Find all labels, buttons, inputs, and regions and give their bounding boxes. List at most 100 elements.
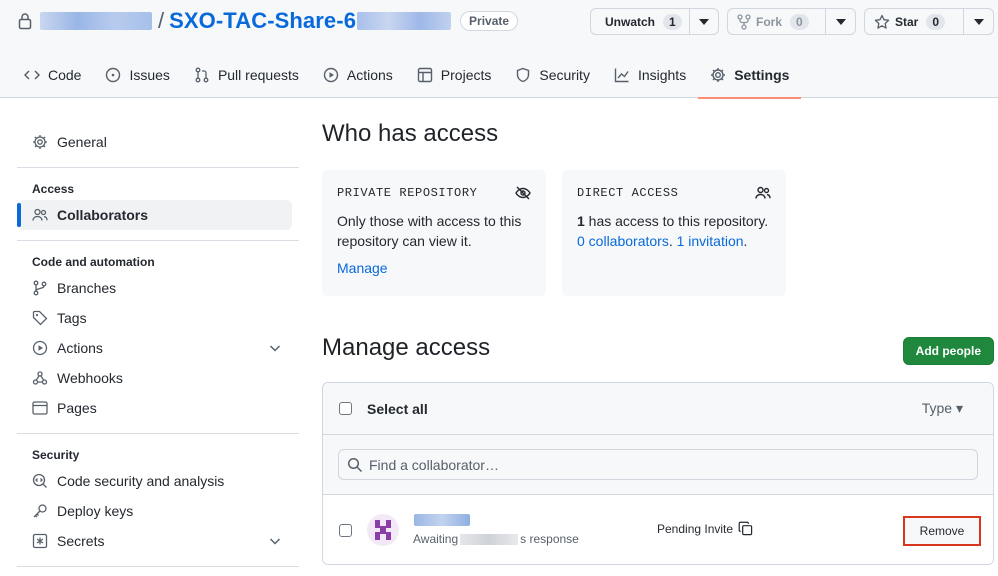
awaiting-suffix: s response [520,532,579,546]
sidebar-item-deploy-keys[interactable]: Deploy keys [17,496,299,526]
fork-dropdown[interactable] [825,9,855,34]
sidebar-item-actions[interactable]: Actions [17,333,299,363]
chevron-down-icon[interactable] [267,340,283,356]
tab-pull-requests-label: Pull requests [217,67,299,83]
issue-icon [106,67,121,83]
watch-dropdown[interactable] [689,9,718,34]
sidebar-item-code-security[interactable]: Code security and analysis [17,466,299,496]
gear-icon [33,135,47,149]
fork-label: Fork [756,14,783,29]
collaborator-search-row [323,435,993,495]
redacted-username [460,533,519,545]
repo-header: / SXO-TAC-Share-6 Private Unwatch 1 Fork… [0,0,998,99]
member-username-redacted[interactable] [414,514,470,526]
sidebar-item-label: Actions [57,340,103,356]
watch-count: 1 [663,13,682,30]
sidebar-item-branches[interactable]: Branches [17,273,299,303]
member-checkbox[interactable] [339,523,352,537]
shield-icon [517,67,530,83]
eye-closed-icon [515,186,531,200]
identicon-icon [375,520,391,540]
tab-projects[interactable]: Projects [405,52,504,98]
tab-pull-requests[interactable]: Pull requests [182,52,311,98]
sidebar-item-label: Webhooks [57,370,123,386]
sidebar-item-tags[interactable]: Tags [17,303,299,333]
card-label: PRIVATE REPOSITORY [337,186,478,200]
invitations-link[interactable]: 1 invitation [677,233,744,249]
fork-button-group: Fork 0 [727,8,856,35]
select-all-checkbox[interactable] [339,402,352,415]
sidebar-item-general[interactable]: General [17,127,299,157]
tab-settings[interactable]: Settings [698,52,802,99]
tab-code[interactable]: Code [0,52,93,98]
sidebar-heading-security: Security [32,448,80,462]
sidebar-item-collaborators[interactable]: Collaborators [17,200,292,230]
collaborator-search-input[interactable] [369,456,969,473]
star-icon [874,14,890,29]
tab-issues-label: Issues [129,67,170,83]
fork-button[interactable]: Fork 0 [728,9,825,34]
separator-text: . [668,233,677,249]
people-icon [32,208,48,221]
repo-name-redacted[interactable] [357,12,452,30]
tab-projects-label: Projects [440,67,492,83]
pending-invite-label: Pending Invite [657,521,734,536]
key-icon [33,504,47,518]
remove-collaborator-button[interactable]: Remove [903,516,981,546]
codescan-icon [32,473,47,488]
star-button-group: Star 0 [864,8,994,35]
direct-access-text: has access to this repository. [584,213,769,229]
chevron-down-icon[interactable] [267,533,283,549]
code-icon [24,70,40,80]
access-settings-main: Who has access PRIVATE REPOSITORY Only t… [322,120,994,565]
tab-code-label: Code [48,67,82,83]
copy-icon[interactable] [738,521,753,536]
watch-button-group: Unwatch 1 [590,8,719,35]
awaiting-prefix: Awaiting [413,532,459,546]
access-summary-cards: PRIVATE REPOSITORY Only those with acces… [322,170,994,296]
tab-issues[interactable]: Issues [93,52,181,98]
star-button[interactable]: Star 0 [865,9,963,34]
caret-down-icon [835,18,846,25]
private-repository-card: PRIVATE REPOSITORY Only those with acces… [322,170,546,296]
sidebar-heading-access: Access [32,182,75,196]
tab-security[interactable]: Security [503,52,602,98]
sidebar-divider [17,433,299,434]
tab-insights[interactable]: Insights [602,52,698,98]
sidebar-item-label: Deploy keys [57,503,134,519]
play-icon [32,340,48,356]
repo-owner-redacted[interactable] [40,12,152,30]
member-row: Awaiting s response Pending Invite Remove [323,495,993,564]
awaiting-response-text: Awaiting s response [413,532,579,546]
collaborator-search-box [338,449,978,480]
watch-button[interactable]: Unwatch 1 [591,9,689,34]
sidebar-item-pages[interactable]: Pages [17,393,299,423]
visibility-badge: Private [460,11,519,31]
avatar[interactable] [367,514,399,546]
people-icon [755,186,771,199]
sidebar-item-secrets[interactable]: Secrets [17,526,299,556]
select-all-label[interactable]: Select all [367,401,428,417]
sidebar-item-label: Branches [57,280,117,296]
repo-name-link[interactable]: SXO-TAC-Share-6 [169,8,356,34]
collaborators-box: Select all Type ▾ Awaiting s response Pen… [322,382,994,565]
star-list-dropdown[interactable] [963,9,993,34]
sidebar-item-label: Tags [57,310,87,326]
caret-down-icon [973,18,984,25]
fork-icon [737,13,751,30]
tab-actions[interactable]: Actions [311,52,405,98]
pending-invite-status: Pending Invite [657,521,753,536]
add-people-button[interactable]: Add people [902,337,994,365]
play-icon [323,67,339,83]
manage-visibility-link[interactable]: Manage [337,260,531,276]
settings-sidebar: General Access Collaborators Code and au… [17,127,299,576]
tab-actions-label: Actions [346,67,393,83]
sidebar-divider [17,240,299,241]
graph-icon [614,68,629,83]
browser-icon [32,401,48,415]
key-asterisk-icon [32,533,48,549]
end-text: . [743,233,748,249]
type-filter-dropdown[interactable]: Type ▾ [922,400,963,417]
collaborators-link[interactable]: 0 collaborators [577,233,669,249]
sidebar-item-webhooks[interactable]: Webhooks [17,363,299,393]
